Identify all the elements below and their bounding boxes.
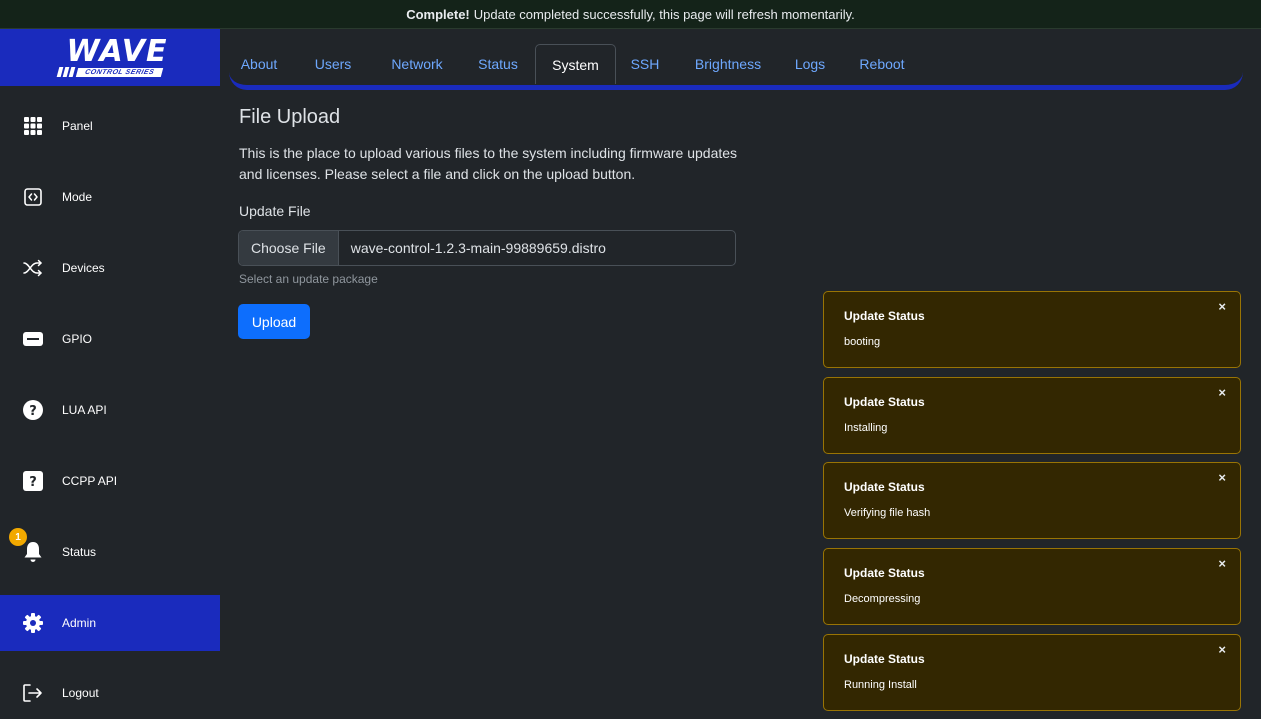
file-input[interactable]: Choose File wave-control-1.2.3-main-9988… (238, 230, 736, 266)
logo-sub-row: CONTROL SERIES (56, 67, 164, 77)
toast-update-status: Update Status Decompressing × (823, 548, 1241, 625)
question-square-icon: ? (22, 470, 44, 492)
toast-title: Update Status (844, 566, 925, 580)
sidebar-item-label: Logout (62, 686, 99, 700)
banner-text: Update completed successfully, this page… (473, 6, 855, 22)
toast-title: Update Status (844, 652, 925, 666)
logo: WAVE CONTROL SERIES (0, 29, 220, 86)
close-icon[interactable]: × (1218, 385, 1226, 400)
toast-body: booting (844, 336, 881, 348)
tab-brightness[interactable]: Brightness (688, 44, 768, 84)
question-circle-icon: ? (22, 399, 44, 421)
sidebar-item-label: Devices (62, 261, 105, 275)
sidebar-item-label: LUA API (62, 403, 107, 417)
toast-update-status: Update Status booting × (823, 291, 1241, 368)
sidebar-item-logout[interactable]: Logout (0, 665, 220, 719)
toast-update-status: Update Status Running Install × (823, 634, 1241, 711)
banner-bold: Complete! (406, 6, 470, 22)
toast-update-status: Update Status Installing × (823, 377, 1241, 454)
choose-file-button[interactable]: Choose File (239, 231, 339, 265)
bell-icon: 1 (9, 528, 44, 563)
selected-file-name: wave-control-1.2.3-main-99889659.distro (350, 240, 606, 256)
tab-status[interactable]: Status (472, 44, 524, 84)
gpio-bar-icon (22, 328, 44, 350)
sidebar-item-label: Admin (62, 616, 97, 630)
logout-icon (22, 682, 44, 704)
tab-ssh[interactable]: SSH (627, 44, 663, 84)
tab-about[interactable]: About (238, 44, 280, 84)
tab-system[interactable]: System (535, 44, 616, 84)
sidebar: WAVE CONTROL SERIES Panel Mode Devices G… (0, 29, 220, 719)
toast-title: Update Status (844, 395, 925, 409)
notification-badge: 1 (9, 528, 27, 546)
toast-title: Update Status (844, 309, 925, 323)
sidebar-item-label: CCPP API (62, 474, 118, 488)
svg-text:?: ? (29, 404, 37, 419)
toast-body: Verifying file hash (844, 507, 931, 519)
close-icon[interactable]: × (1218, 556, 1226, 571)
close-icon[interactable]: × (1218, 642, 1226, 657)
sidebar-item-panel[interactable]: Panel (0, 98, 220, 154)
tab-logs[interactable]: Logs (791, 44, 829, 84)
sidebar-item-admin[interactable]: Admin (0, 595, 220, 651)
sidebar-item-status[interactable]: 1 Status (0, 524, 220, 580)
sidebar-item-label: Status (62, 545, 97, 559)
sidebar-item-ccpp-api[interactable]: ? CCPP API (0, 453, 220, 509)
help-text: Select an update package (239, 272, 378, 286)
toast-update-status: Update Status Verifying file hash × (823, 462, 1241, 539)
sidebar-item-label: Mode (62, 190, 93, 204)
tab-bar: About Users Network Status System SSH Br… (229, 38, 1243, 90)
logo-subtitle: CONTROL SERIES (75, 67, 164, 77)
sidebar-item-lua-api[interactable]: ? LUA API (0, 382, 220, 438)
shuffle-icon (22, 257, 44, 279)
code-square-icon (22, 186, 44, 208)
page-title: File Upload (239, 106, 341, 128)
sidebar-item-label: GPIO (62, 332, 93, 346)
sidebar-item-label: Panel (62, 119, 93, 133)
gear-icon (22, 612, 44, 634)
upload-button[interactable]: Upload (238, 304, 310, 339)
tab-reboot[interactable]: Reboot (856, 44, 908, 84)
toast-body: Installing (844, 422, 888, 434)
svg-text:?: ? (29, 475, 37, 490)
update-file-label: Update File (239, 203, 311, 219)
toast-title: Update Status (844, 480, 925, 494)
sidebar-item-mode[interactable]: Mode (0, 169, 220, 225)
tab-network[interactable]: Network (386, 44, 448, 84)
page-description: This is the place to upload various file… (239, 145, 738, 182)
logo-word: WAVE (66, 34, 168, 69)
sidebar-item-devices[interactable]: Devices (0, 240, 220, 296)
close-icon[interactable]: × (1218, 299, 1226, 314)
alert-banner: Complete! Update completed successfully,… (0, 0, 1261, 29)
close-icon[interactable]: × (1218, 470, 1226, 485)
toast-body: Running Install (844, 679, 917, 691)
toast-body: Decompressing (844, 593, 921, 605)
logo-bars (56, 67, 76, 77)
sidebar-item-gpio[interactable]: GPIO (0, 311, 220, 367)
grid-icon (22, 115, 44, 137)
tab-users[interactable]: Users (315, 44, 352, 84)
